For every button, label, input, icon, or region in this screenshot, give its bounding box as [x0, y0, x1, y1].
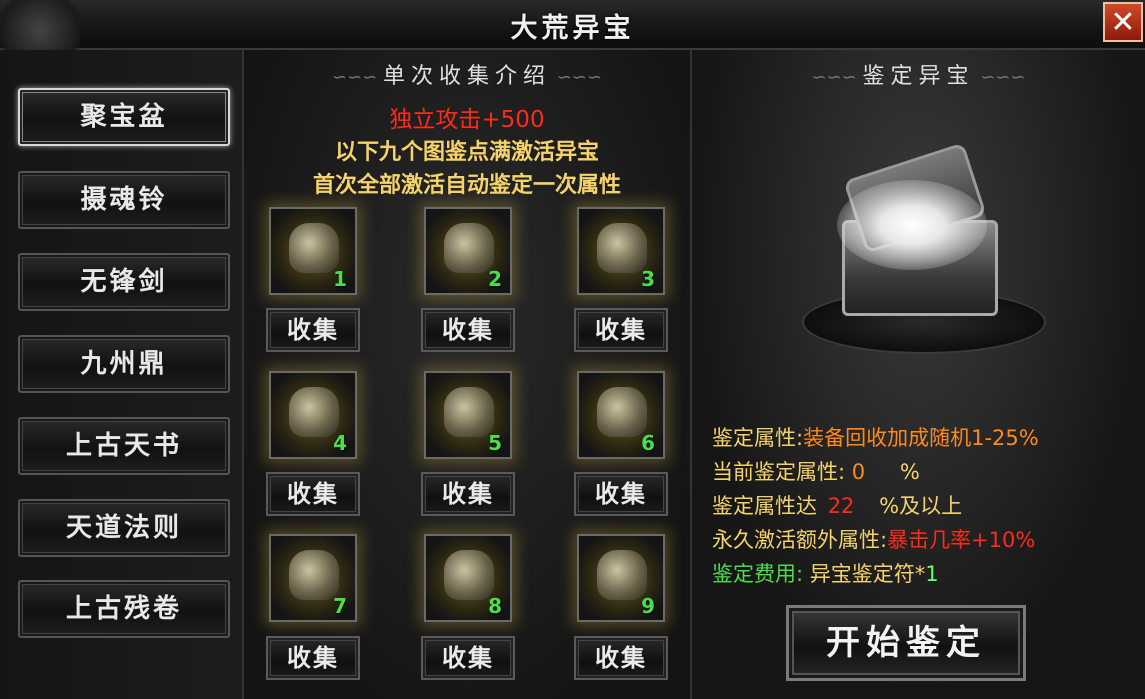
- perm-row: 永久激活额外属性:暴击几率+10%: [712, 524, 1035, 554]
- treasure-slot-4[interactable]: 4: [269, 371, 357, 459]
- identify-panel: ∽∽∽ 鉴定异宝 ∽∽∽ 鉴定属性:装备回收加成随机1-25% 当前鉴定属性: …: [692, 50, 1145, 699]
- collect-button-8[interactable]: 收集: [421, 636, 515, 680]
- close-button[interactable]: ✕: [1103, 2, 1143, 42]
- collect-button-1[interactable]: 收集: [266, 308, 360, 352]
- slot-number: 1: [333, 267, 347, 291]
- treasure-icon: [597, 223, 647, 273]
- cost-item: 异宝鉴定符*: [809, 562, 926, 586]
- ornament-left-icon: ∽∽∽: [332, 67, 383, 88]
- instruction-line-1: 以下九个图鉴点满激活异宝: [334, 139, 599, 165]
- slot-number: 9: [641, 594, 655, 618]
- start-identify-button[interactable]: 开始鉴定: [786, 605, 1026, 681]
- treasure-icon: [444, 387, 494, 437]
- attr-value: 装备回收加成随机1-25%: [803, 426, 1039, 450]
- cost-row: 鉴定费用: 异宝鉴定符*1: [712, 558, 939, 588]
- ornament-right-icon: ∽∽∽: [974, 67, 1026, 88]
- treasure-icon: [444, 223, 494, 273]
- window-title: 大荒异宝: [510, 13, 635, 44]
- treasure-slot-7[interactable]: 7: [269, 534, 357, 622]
- treasure-slot-5[interactable]: 5: [424, 371, 512, 459]
- treasure-sidebar: 聚宝盆 摄魂铃 无锋剑 九州鼎 上古天书 天道法则 上古残卷: [0, 50, 244, 699]
- cost-label: 鉴定费用:: [712, 562, 804, 586]
- sidebar-item-tiandaofaze[interactable]: 天道法则: [18, 499, 230, 557]
- treasure-slot-9[interactable]: 9: [577, 534, 665, 622]
- perm-value: 暴击几率+10%: [887, 528, 1036, 552]
- treasure-slot-3[interactable]: 3: [577, 207, 665, 295]
- attr-row: 鉴定属性:装备回收加成随机1-25%: [712, 422, 1039, 452]
- treasure-chest-image: [802, 140, 1046, 354]
- collect-button-5[interactable]: 收集: [421, 472, 515, 516]
- slot-number: 7: [333, 594, 347, 618]
- reach-row: 鉴定属性达 22 %及以上: [712, 490, 962, 520]
- collection-panel: ∽∽∽ 单次收集介绍 ∽∽∽ 独立攻击+500 以下九个图鉴点满激活异宝 首次全…: [244, 50, 692, 699]
- collect-button-2[interactable]: 收集: [421, 308, 515, 352]
- chest-glow-icon: [837, 180, 987, 270]
- slot-number: 3: [641, 267, 655, 291]
- sidebar-item-jubaopen[interactable]: 聚宝盆: [18, 88, 230, 146]
- slot-number: 4: [333, 431, 347, 455]
- collect-button-7[interactable]: 收集: [266, 636, 360, 680]
- current-value: 0: [851, 460, 866, 484]
- slot-number: 6: [641, 431, 655, 455]
- collect-button-3[interactable]: 收集: [574, 308, 668, 352]
- collect-button-6[interactable]: 收集: [574, 472, 668, 516]
- current-unit: %: [899, 460, 920, 484]
- slot-number: 8: [488, 594, 502, 618]
- bonus-text: 独立攻击+500: [389, 107, 545, 133]
- treasure-slot-8[interactable]: 8: [424, 534, 512, 622]
- reach-suffix: %及以上: [879, 494, 963, 518]
- perm-label: 永久激活额外属性:: [712, 528, 888, 552]
- ornament-left-icon: ∽∽∽: [811, 67, 863, 88]
- slot-number: 2: [488, 267, 502, 291]
- identify-heading-text: 鉴定异宝: [862, 64, 975, 89]
- treasure-icon: [444, 550, 494, 600]
- reach-value: 22: [827, 494, 855, 518]
- treasure-icon: [289, 223, 339, 273]
- sidebar-item-shanggutianshu[interactable]: 上古天书: [18, 417, 230, 475]
- instruction-line-2: 首次全部激活自动鉴定一次属性: [312, 172, 621, 198]
- identify-heading: ∽∽∽ 鉴定异宝 ∽∽∽: [692, 58, 1145, 90]
- slot-number: 5: [488, 431, 502, 455]
- collect-button-9[interactable]: 收集: [574, 636, 668, 680]
- collect-button-4[interactable]: 收集: [266, 472, 360, 516]
- collection-heading: ∽∽∽ 单次收集介绍 ∽∽∽: [244, 58, 690, 90]
- treasure-slot-6[interactable]: 6: [577, 371, 665, 459]
- reach-label: 鉴定属性达: [712, 494, 817, 518]
- treasure-icon: [289, 387, 339, 437]
- current-attr-row: 当前鉴定属性: 0 %: [712, 456, 920, 486]
- cost-qty: 1: [925, 562, 939, 586]
- treasure-icon: [289, 550, 339, 600]
- sidebar-item-wufengjian[interactable]: 无锋剑: [18, 253, 230, 311]
- attr-label: 鉴定属性:: [712, 426, 804, 450]
- treasure-slot-2[interactable]: 2: [424, 207, 512, 295]
- title-bar: 大荒异宝 ✕: [0, 0, 1145, 80]
- treasure-icon: [597, 550, 647, 600]
- sidebar-item-jiuzhouding[interactable]: 九州鼎: [18, 335, 230, 393]
- sidebar-item-shehunling[interactable]: 摄魂铃: [18, 171, 230, 229]
- collection-heading-text: 单次收集介绍: [382, 64, 551, 89]
- treasure-slot-1[interactable]: 1: [269, 207, 357, 295]
- sidebar-item-shanggucanjuan[interactable]: 上古残卷: [18, 580, 230, 638]
- current-label: 当前鉴定属性:: [712, 460, 846, 484]
- treasure-icon: [597, 387, 647, 437]
- ornament-right-icon: ∽∽∽: [551, 67, 602, 88]
